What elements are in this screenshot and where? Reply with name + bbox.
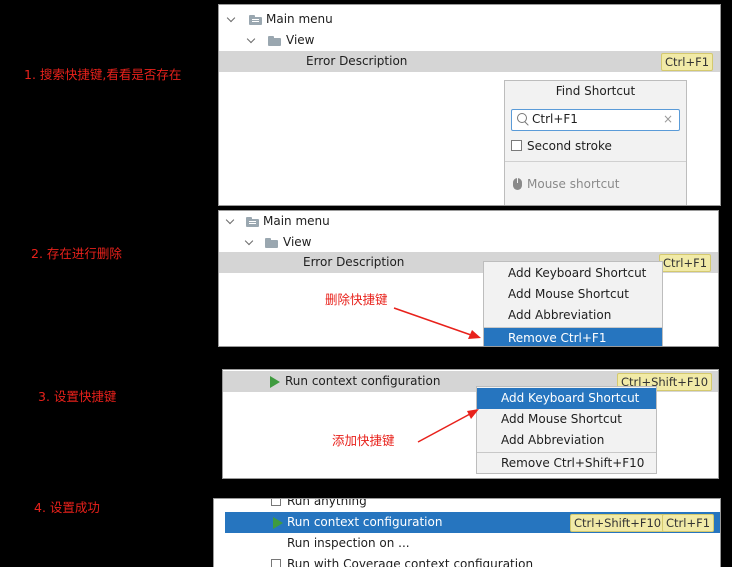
tree-row-label: Run inspection on ... [287, 536, 410, 550]
tree-row-main-menu[interactable]: Main menu [219, 9, 720, 30]
tree-row-view[interactable]: View [219, 30, 720, 51]
menu-item-add-keyboard-shortcut[interactable]: Add Keyboard Shortcut [484, 263, 662, 284]
keymap-panel-step4: Run anything Run context configuration C… [213, 498, 721, 567]
run-icon [270, 376, 280, 388]
step-4-label: 4. 设置成功 [34, 500, 100, 515]
annotation-arrow [393, 307, 481, 339]
tree-row-run-anything[interactable]: Run anything [214, 498, 720, 512]
mouse-shortcut-label: Mouse shortcut [527, 177, 620, 191]
tree-row-run-inspection[interactable]: Run inspection on ... [214, 533, 720, 554]
tree-row-main-menu[interactable]: Main menu [219, 211, 718, 232]
coverage-icon [271, 559, 281, 567]
tree-row-run-context-configuration[interactable]: Run context configuration Ctrl+Shift+F10… [225, 512, 720, 533]
tree-row-label: Run context configuration [287, 515, 443, 529]
clear-icon[interactable]: × [663, 112, 673, 126]
annotation-remove-shortcut: 删除快捷键 [325, 292, 388, 307]
menu-folder-icon [249, 15, 262, 25]
tree-row-label: Run anything [287, 498, 367, 508]
context-menu: Add Keyboard Shortcut Add Mouse Shortcut… [476, 386, 657, 474]
menu-item-add-abbreviation[interactable]: Add Abbreviation [477, 430, 656, 451]
tree-row-error-description[interactable]: Error Description Ctrl+F1 [219, 51, 720, 72]
menu-item-add-keyboard-shortcut[interactable]: Add Keyboard Shortcut [477, 388, 656, 409]
find-shortcut-popup: Find Shortcut × Second stroke Mouse shor… [504, 80, 687, 205]
run-anything-icon [271, 499, 281, 506]
tree-row-view[interactable]: View [219, 232, 718, 253]
shortcut-badge: Ctrl+Shift+F10 [570, 514, 666, 532]
run-icon [273, 517, 283, 529]
menu-item-add-mouse-shortcut[interactable]: Add Mouse Shortcut [484, 284, 662, 305]
tree-row-label: Run context configuration [285, 374, 441, 388]
step-3-label: 3. 设置快捷键 [38, 389, 117, 404]
tree-row-label: Run with Coverage context configuration [287, 557, 534, 567]
keymap-panel-step2: Main menu View Error Description Ctrl+F1… [218, 210, 719, 347]
chevron-down-icon[interactable] [226, 13, 236, 23]
shortcut-search-input[interactable] [532, 111, 652, 127]
shortcut-badge: Ctrl+F1 [659, 254, 712, 272]
annotation-arrow [417, 409, 479, 443]
step-1-label: 1. 搜索快捷键,看看是否存在 [24, 67, 182, 82]
menu-item-add-abbreviation[interactable]: Add Abbreviation [484, 305, 662, 326]
tree-row-label: View [283, 235, 312, 249]
menu-item-remove-shortcut[interactable]: Remove Ctrl+F1 [484, 328, 662, 346]
tree-row-label: Main menu [263, 214, 330, 228]
second-stroke-checkbox[interactable] [511, 140, 522, 151]
menu-folder-icon [246, 217, 259, 227]
step-2-label: 2. 存在进行删除 [31, 246, 122, 261]
chevron-down-icon[interactable] [225, 215, 235, 225]
keymap-panel-step1: Main menu View Error Description Ctrl+F1… [218, 4, 721, 206]
shortcut-badge: Ctrl+F1 [661, 53, 714, 71]
search-icon [517, 113, 527, 123]
popup-title: Find Shortcut [555, 84, 636, 98]
tree-row-label: Main menu [266, 12, 333, 26]
chevron-down-icon[interactable] [246, 34, 256, 44]
context-menu: Add Keyboard Shortcut Add Mouse Shortcut… [483, 261, 663, 346]
tree-row-label: Error Description [306, 54, 408, 68]
menu-item-remove-shortcut[interactable]: Remove Ctrl+Shift+F10 [477, 453, 656, 474]
keymap-panel-step3: Run context configuration Ctrl+Shift+F10… [222, 369, 719, 479]
menu-item-add-mouse-shortcut[interactable]: Add Mouse Shortcut [477, 409, 656, 430]
divider [505, 161, 686, 162]
folder-icon [265, 238, 278, 248]
second-stroke-label: Second stroke [527, 139, 612, 153]
folder-icon [268, 36, 281, 46]
shortcut-search-field[interactable]: × [511, 109, 680, 131]
tree-row-label: View [286, 33, 315, 47]
chevron-down-icon[interactable] [244, 236, 254, 246]
tree-row-run-with-coverage[interactable]: Run with Coverage context configuration [214, 554, 720, 567]
shortcut-badge-new: Ctrl+F1 [662, 514, 715, 532]
annotation-add-shortcut: 添加快捷键 [332, 433, 395, 448]
mouse-icon [513, 178, 522, 190]
tree-row-label: Error Description [303, 255, 405, 269]
